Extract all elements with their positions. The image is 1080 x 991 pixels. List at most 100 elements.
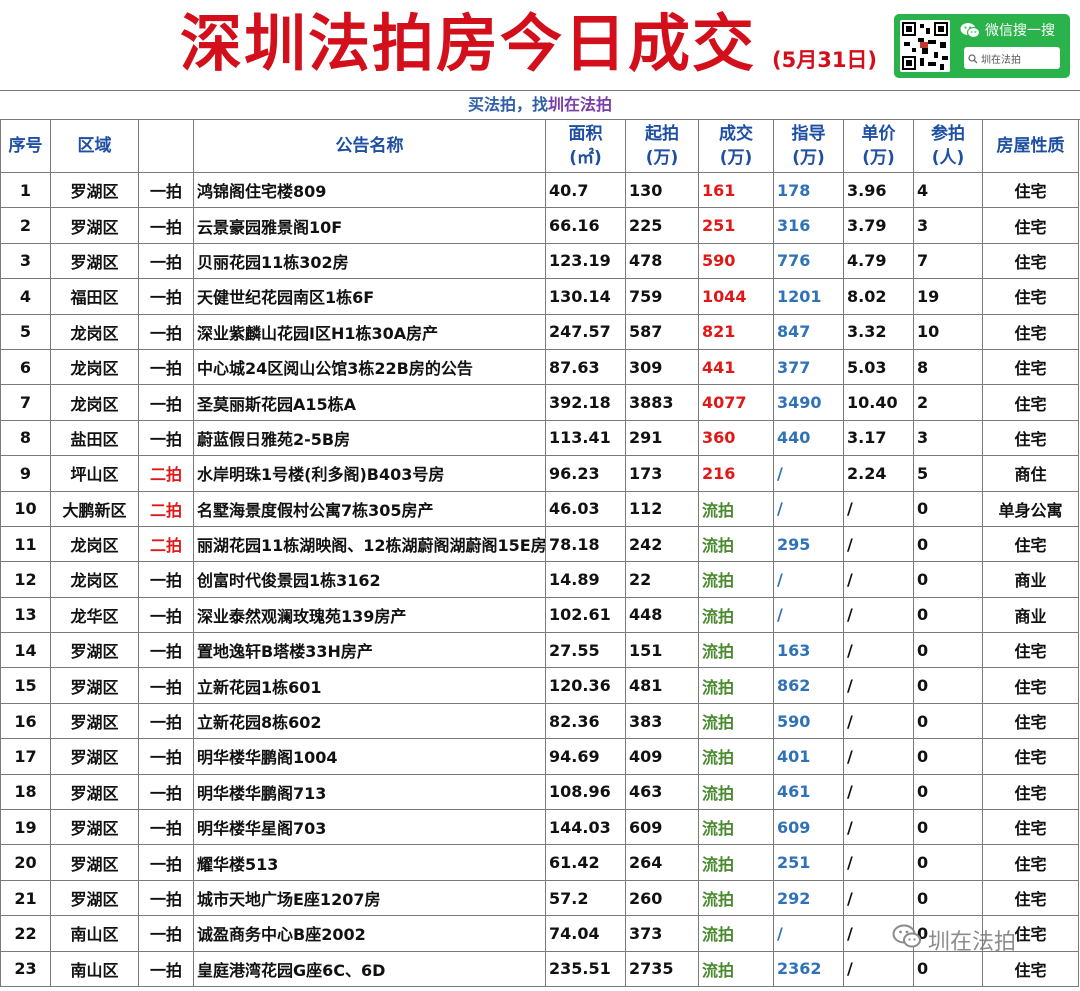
table-row: 9 坪山区 二拍 水岸明珠1号楼(利多阁)B403号房 96.23 173 216/2.24… <box>0 455 1079 492</box>
cell-type: 住宅 <box>982 844 1079 881</box>
cell-unit: 10.40 <box>843 384 914 421</box>
col-header-deal: 成交 (万) <box>698 119 774 173</box>
col-header-name: 公告名称 <box>193 119 546 173</box>
cell-district: 罗湖区 <box>50 773 139 811</box>
cell-type: 住宅 <box>982 419 1079 457</box>
cell-type: 住宅 <box>982 879 1079 917</box>
cell-type: 商业 <box>982 596 1079 634</box>
cell-no: 3 <box>0 242 51 280</box>
cell-round: 一拍 <box>138 915 194 952</box>
cell-start: 130 <box>625 171 699 209</box>
table-row: 5 龙岗区 一拍 深业紫麟山花园I区H1栋30A房产 247.57 587 821 847 3.… <box>0 313 1079 350</box>
cell-bidders: 3 <box>913 419 983 457</box>
cell-type: 住宅 <box>982 313 1079 350</box>
cell-name: 立新花园1栋601 <box>193 667 546 704</box>
cell-round: 二拍 <box>138 490 194 527</box>
cell-bidders: 10 <box>913 313 983 350</box>
cell-unit: 3.79 <box>843 207 914 244</box>
cell-no: 5 <box>0 313 51 350</box>
wechat-search-box[interactable]: 圳在法拍 <box>964 47 1060 69</box>
table-row: 19 罗湖区 一拍 明华楼华星阁703 144.03 609 流拍 609/0 住宅 <box>0 809 1079 846</box>
cell-bidders: 0 <box>913 702 983 740</box>
cell-type: 住宅 <box>982 525 1079 563</box>
cell-round: 二拍 <box>138 525 194 563</box>
cell-start: 3883 <box>625 384 699 421</box>
cell-area: 14.89 <box>545 561 626 598</box>
cell-start: 463 <box>625 773 699 811</box>
cell-district: 福田区 <box>50 278 139 315</box>
cell-round: 一拍 <box>138 384 194 421</box>
cell-area: 61.42 <box>545 844 626 881</box>
cell-district: 大鹏新区 <box>50 490 139 527</box>
col-header-unit: 单价 (万) <box>843 119 914 173</box>
cell-no: 15 <box>0 667 51 704</box>
table-row: 18 罗湖区 一拍 明华楼华鹏阁713 108.96 463 流拍 461/0 住宅 <box>0 773 1079 811</box>
cell-name: 耀华楼513 <box>193 844 546 881</box>
cell-start: 481 <box>625 667 699 704</box>
date-label: (5月31日) <box>772 48 878 72</box>
search-icon <box>968 49 978 68</box>
cell-unit: / <box>843 773 914 811</box>
cell-name: 深业紫麟山花园I区H1栋30A房产 <box>193 313 546 350</box>
wechat-search-card[interactable]: 微信搜一搜 圳在法拍 <box>894 14 1070 78</box>
cell-round: 一拍 <box>138 419 194 457</box>
cell-no: 8 <box>0 419 51 457</box>
cell-deal: 4077 <box>698 384 774 421</box>
cell-no: 12 <box>0 561 51 598</box>
cell-no: 19 <box>0 809 51 846</box>
cell-guide: / <box>773 561 844 598</box>
cell-area: 235.51 <box>545 950 626 987</box>
cell-guide: 295 <box>773 525 844 563</box>
cell-name: 城市天地广场E座1207房 <box>193 879 546 917</box>
cell-deal: 251 <box>698 207 774 244</box>
slogan-prefix: 买法拍，找 <box>467 95 548 114</box>
cell-district: 龙岗区 <box>50 348 139 386</box>
cell-start: 373 <box>625 915 699 952</box>
cell-type: 住宅 <box>982 773 1079 811</box>
cell-deal: 流拍 <box>698 809 774 846</box>
cell-unit: / <box>843 809 914 846</box>
wechat-icon <box>892 924 922 956</box>
cell-unit: 4.79 <box>843 242 914 280</box>
cell-name: 置地逸轩B塔楼33H房产 <box>193 632 546 669</box>
cell-unit: 3.96 <box>843 171 914 209</box>
cell-unit: / <box>843 596 914 634</box>
cell-start: 264 <box>625 844 699 881</box>
cell-district: 南山区 <box>50 915 139 952</box>
cell-unit: / <box>843 702 914 740</box>
cell-round: 一拍 <box>138 773 194 811</box>
cell-guide: 377 <box>773 348 844 386</box>
cell-name: 天健世纪花园南区1栋6F <box>193 278 546 315</box>
col-header-guide: 指导 (万) <box>773 119 844 173</box>
cell-area: 66.16 <box>545 207 626 244</box>
cell-guide: 609 <box>773 809 844 846</box>
cell-no: 4 <box>0 278 51 315</box>
cell-no: 13 <box>0 596 51 634</box>
cell-guide: 292 <box>773 879 844 917</box>
cell-guide: 776 <box>773 242 844 280</box>
col-header-bidders: 参拍 (人) <box>913 119 983 173</box>
cell-deal: 161 <box>698 171 774 209</box>
col-header-type: 房屋性质 <box>982 119 1079 173</box>
cell-round: 一拍 <box>138 596 194 634</box>
cell-bidders: 0 <box>913 844 983 881</box>
cell-district: 南山区 <box>50 950 139 987</box>
cell-deal: 流拍 <box>698 702 774 740</box>
cell-area: 27.55 <box>545 632 626 669</box>
cell-area: 144.03 <box>545 809 626 846</box>
cell-bidders: 0 <box>913 667 983 704</box>
cell-name: 中心城24区阅山公馆3栋22B房的公告 <box>193 348 546 386</box>
cell-round: 一拍 <box>138 348 194 386</box>
cell-name: 蔚蓝假日雅苑2-5B房 <box>193 419 546 457</box>
table-row: 16 罗湖区 一拍 立新花园8栋602 82.36 383 流拍 590/0 住宅 <box>0 702 1079 740</box>
cell-round: 一拍 <box>138 171 194 209</box>
cell-start: 22 <box>625 561 699 598</box>
table-row: 10 大鹏新区 二拍 名墅海景度假村公寓7栋305房产 46.03 112 流拍 //0 单身公… <box>0 490 1079 527</box>
cell-area: 78.18 <box>545 525 626 563</box>
cell-bidders: 0 <box>913 773 983 811</box>
table-row: 3 罗湖区 一拍 贝丽花园11栋302房 123.19 478 590 776 4.79 7 住宅 <box>0 242 1079 280</box>
cell-bidders: 0 <box>913 596 983 634</box>
cell-type: 住宅 <box>982 278 1079 315</box>
cell-unit: 3.17 <box>843 419 914 457</box>
cell-start: 151 <box>625 632 699 669</box>
